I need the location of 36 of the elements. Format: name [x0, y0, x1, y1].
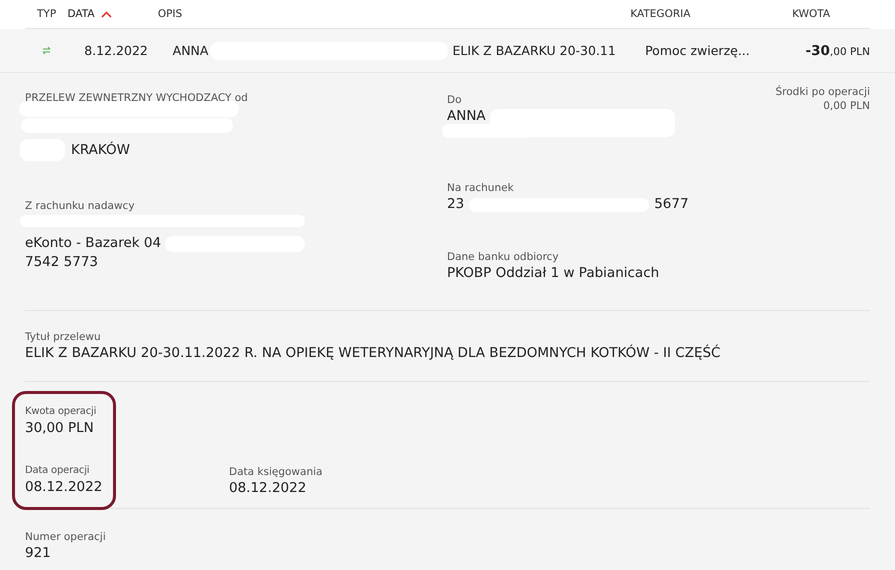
- field-label: Tytuł przelewu: [25, 330, 101, 344]
- account-number: 5677: [654, 195, 689, 214]
- description-cell: ELIK Z BAZARKU 20-30.11: [452, 43, 616, 58]
- sort-caret-icon: [100, 10, 112, 18]
- sender-city: KRAKÓW: [71, 140, 130, 160]
- category-cell: Pomoc zwierzę...: [645, 43, 750, 58]
- balance-value: 0,00 PLN: [823, 99, 870, 113]
- amount-cell: -30,00 PLN: [806, 42, 870, 58]
- field-label: Środki po operacji: [775, 85, 870, 99]
- account-name: eKonto - Bazarek 04: [25, 234, 162, 253]
- date-cell: 8.12.2022: [84, 43, 148, 58]
- column-header[interactable]: TYP: [37, 8, 56, 20]
- date-value: 08.12.2022: [229, 479, 306, 498]
- transfer-icon: [42, 46, 51, 55]
- column-header[interactable]: KWOTA: [792, 8, 830, 20]
- field-label: PRZELEW ZEWNETRZNY WYCHODZACY od: [25, 91, 248, 105]
- transfer-title: ELIK Z BAZARKU 20-30.11.2022 R. NA OPIEKĘ WETERYNARYJNĄ DLA BEZDOMNYCH KOTKÓW - II CZĘŚĆ: [25, 344, 720, 363]
- operation-number: 921: [25, 544, 51, 563]
- field-label: Data operacji: [25, 464, 90, 478]
- field-label: Na rachunek: [447, 181, 514, 195]
- recipient-name: ANNA: [447, 107, 486, 126]
- description-cell: ANNA: [172, 43, 208, 58]
- field-label: Kwota operacji: [25, 405, 96, 419]
- column-header[interactable]: DATA: [67, 8, 95, 20]
- field-label: Z rachunku nadawcy: [25, 199, 135, 213]
- field-label: Do: [447, 93, 462, 107]
- bank-name: PKOBP Oddział 1 w Pabianicach: [447, 264, 660, 283]
- account-number: 7542 5773: [25, 253, 98, 272]
- field-label: Numer operacji: [25, 530, 106, 544]
- date-value: 08.12.2022: [25, 478, 102, 497]
- column-header[interactable]: KATEGORIA: [630, 8, 690, 20]
- field-label: Dane banku odbiorcy: [447, 250, 559, 264]
- column-header[interactable]: OPIS: [158, 8, 182, 20]
- account-number: 23: [447, 195, 464, 214]
- amount-value: 30,00 PLN: [25, 419, 94, 438]
- field-label: Data księgowania: [229, 465, 322, 479]
